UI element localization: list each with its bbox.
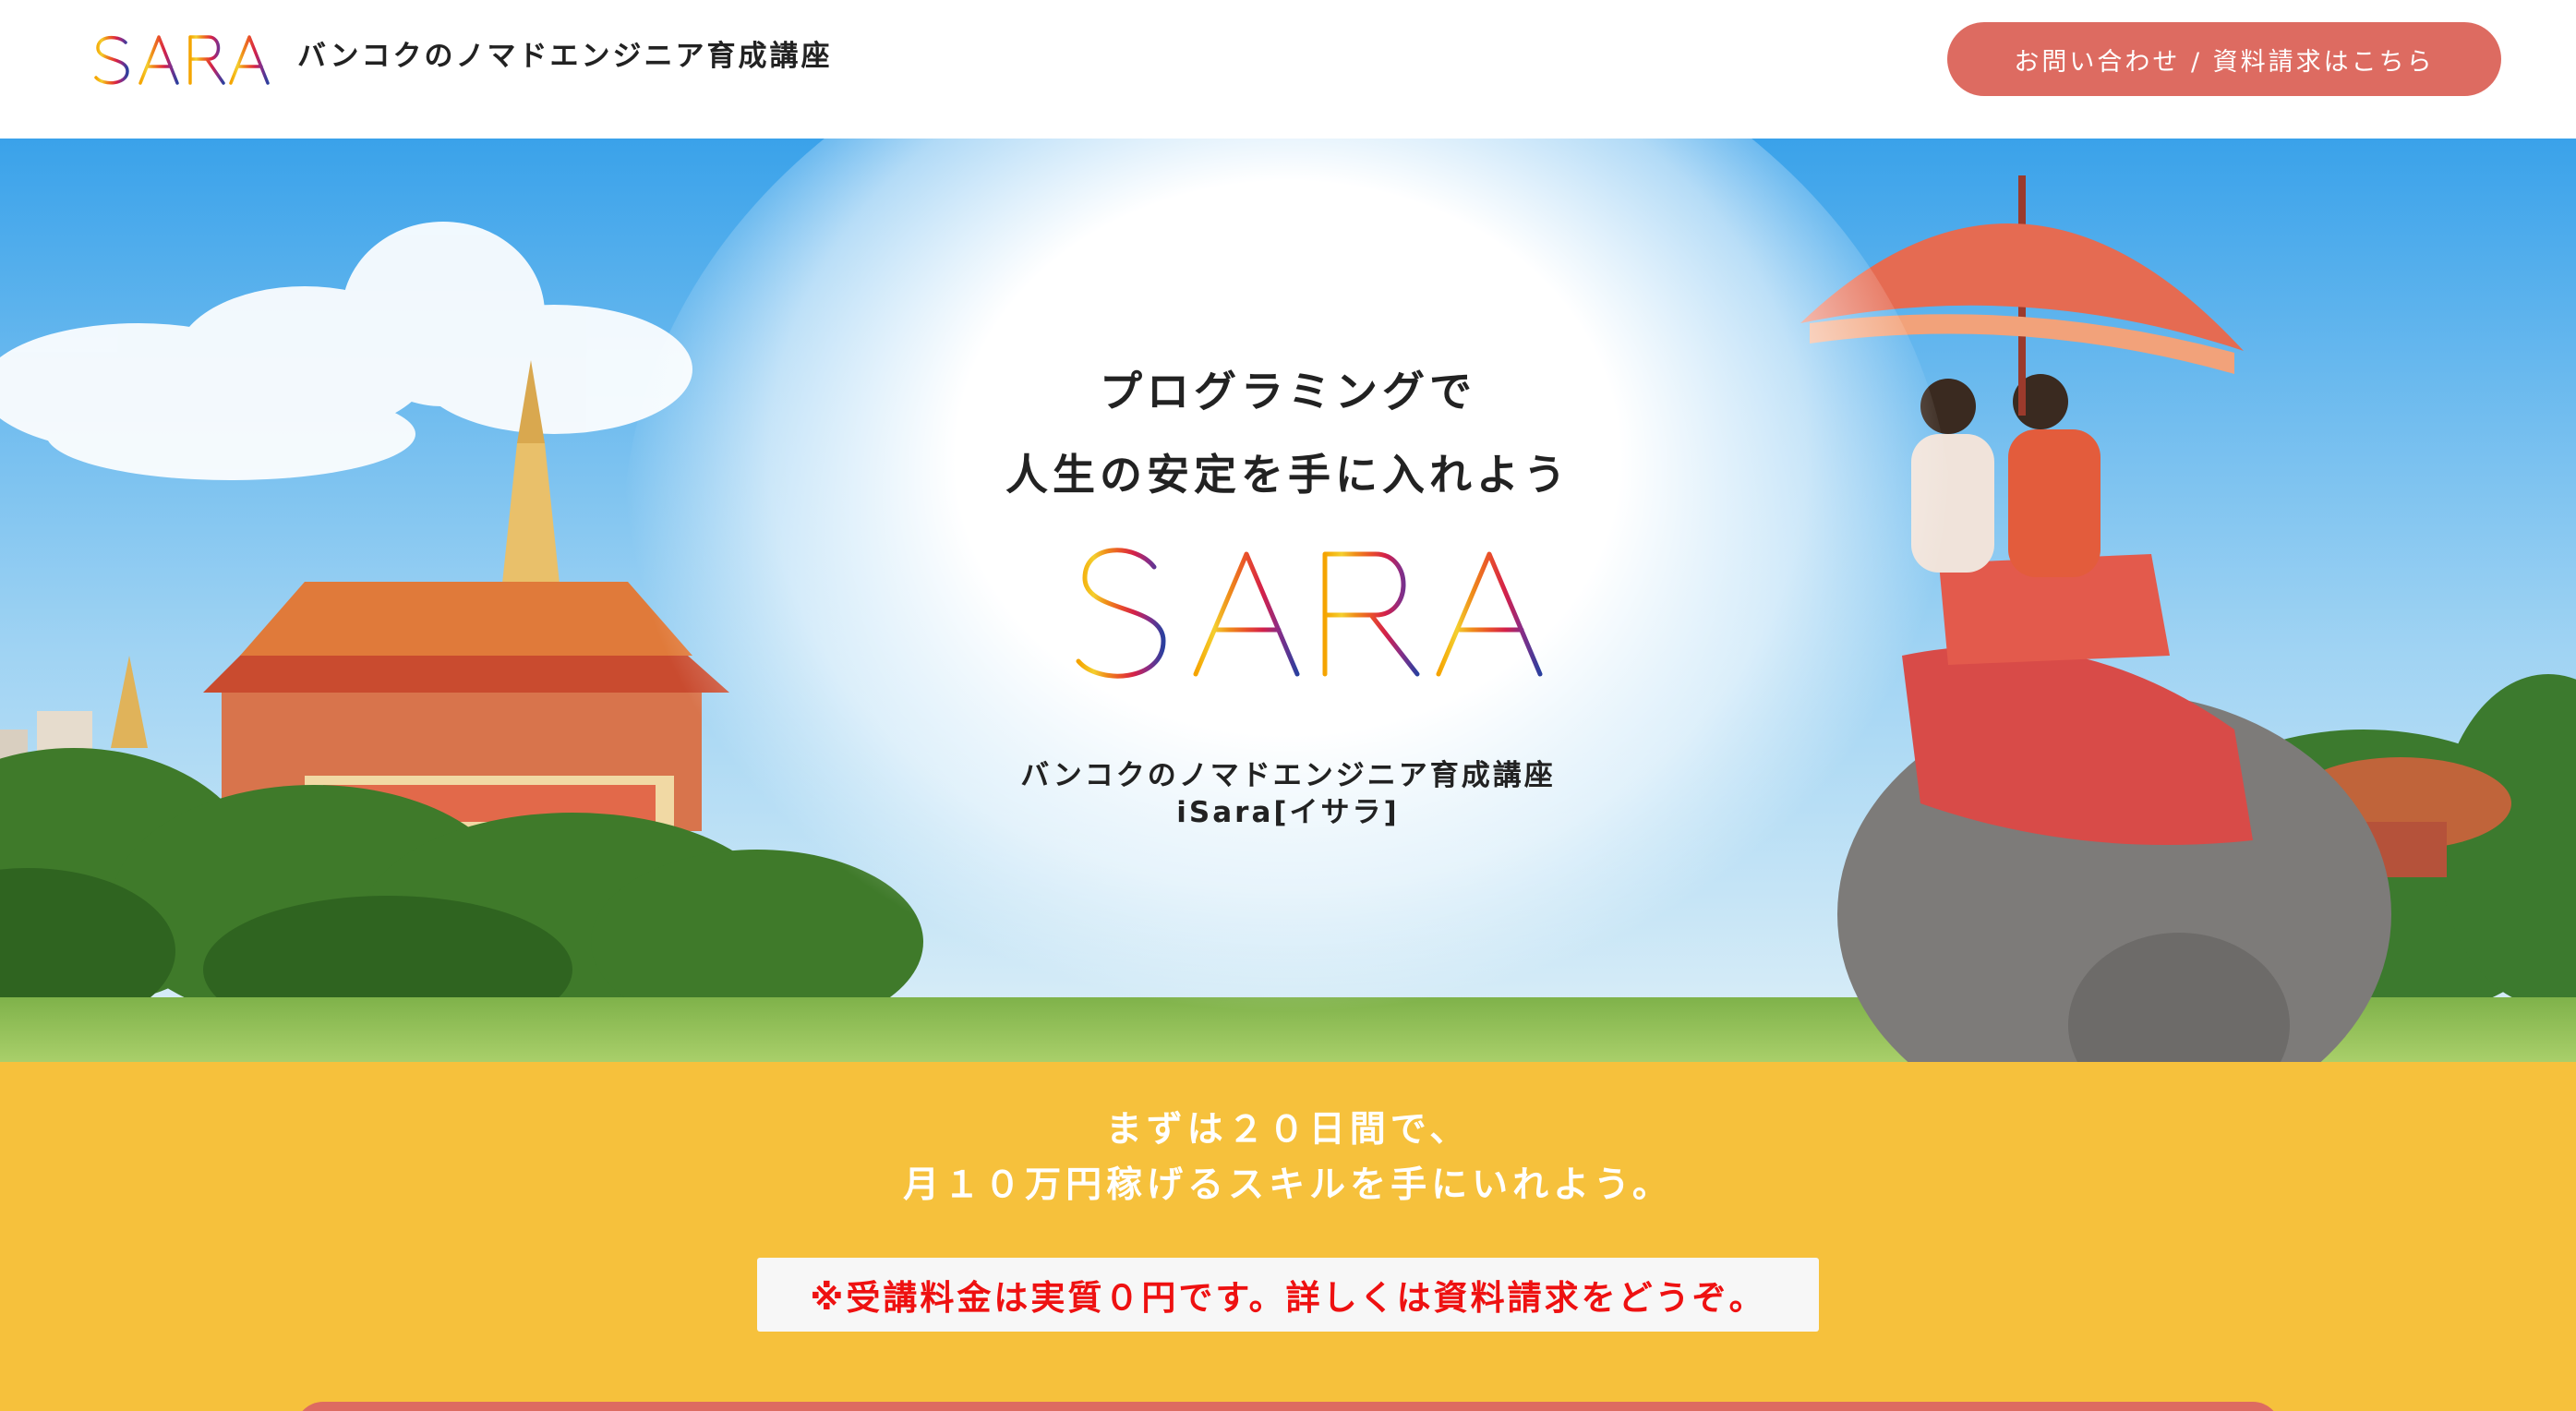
isara-hero-logo [1042, 544, 1543, 679]
contact-cta-button[interactable]: お問い合わせ / 資料請求はこちら [1947, 22, 2501, 96]
tuition-note: ※受講料金は実質０円です。詳しくは資料請求をどうぞ。 [757, 1258, 1819, 1332]
hero-subtitle-brand: iSara[イサラ] [1176, 796, 1400, 829]
promo-section: まずは２０日間で、 月１０万円稼げるスキルを手にいれよう。 ※受講料金は実質０円… [0, 1062, 2576, 1411]
hero-subtitle: バンコクのノマドエンジニア育成講座 [1020, 759, 1556, 792]
brand-tagline: バンコクのノマドエンジニア育成講座 [297, 40, 833, 73]
promo-line2: 月１０万円稼げるスキルを手にいれよう。 [903, 1164, 1673, 1206]
hero-headline-line1: プログラミングで [1100, 367, 1476, 416]
promo-line1: まずは２０日間で、 [1105, 1109, 1471, 1151]
site-header: バンコクのノマドエンジニア育成講座 お問い合わせ / 資料請求はこちら [0, 0, 2576, 139]
hero-section: プログラミングで 人生の安定を手に入れよう バンコクのノマドエンジニア育成講座 … [0, 139, 2576, 1062]
isara-logo[interactable] [81, 28, 277, 90]
hero-headline-line2: 人生の安定を手に入れよう [1005, 450, 1571, 500]
promo-cta-button[interactable] [295, 1402, 2281, 1411]
